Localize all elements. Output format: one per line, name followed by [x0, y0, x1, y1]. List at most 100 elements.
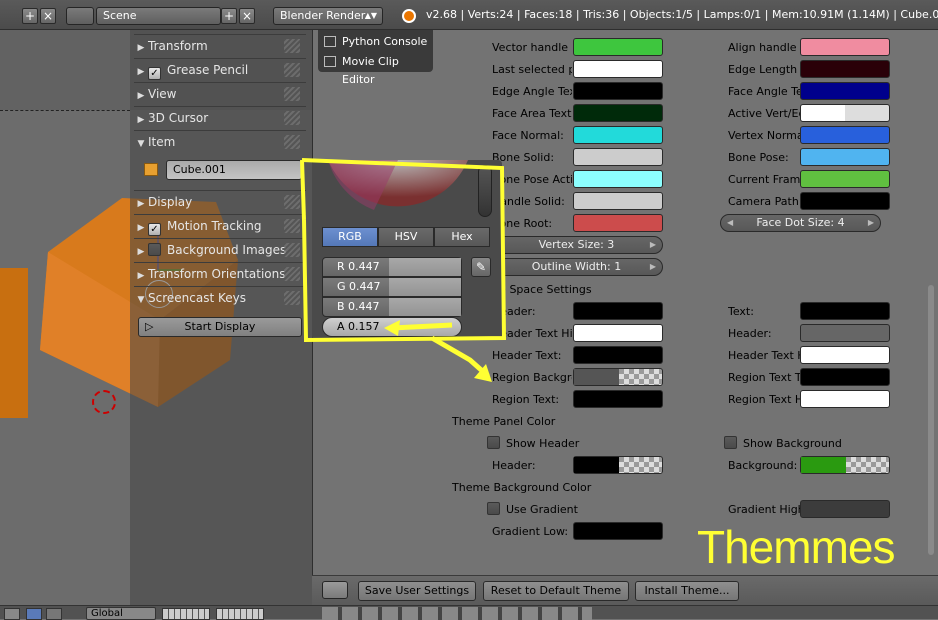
install-theme-button[interactable]: Install Theme... — [635, 581, 739, 601]
show-header-checkbox[interactable]: Show Header — [487, 436, 579, 450]
drag-handle[interactable] — [284, 39, 300, 53]
color-swatch[interactable] — [800, 104, 890, 122]
color-swatch[interactable] — [800, 126, 890, 144]
eyedropper-icon[interactable]: ✎ — [471, 257, 491, 277]
object-name-field[interactable]: Cube.001 — [166, 160, 302, 180]
increment-icon[interactable]: ▶ — [650, 259, 656, 275]
background-images-checkbox[interactable] — [148, 243, 161, 256]
drag-handle[interactable] — [284, 291, 300, 305]
save-user-settings-button[interactable]: Save User Settings — [358, 581, 476, 601]
color-swatch[interactable] — [573, 104, 663, 122]
red-channel-slider[interactable]: R 0.447 — [322, 257, 462, 277]
scene-type-icon[interactable] — [66, 7, 94, 25]
color-swatch[interactable] — [573, 126, 663, 144]
color-swatch[interactable] — [573, 170, 663, 188]
scene-field[interactable]: Scene — [96, 7, 221, 25]
view-icon[interactable] — [4, 608, 20, 620]
panel-background-images[interactable]: ▶ Background Images — [134, 238, 306, 260]
panel-screencast-keys[interactable]: ▼ Screencast Keys — [134, 286, 306, 308]
layers-grid[interactable] — [216, 608, 264, 620]
drag-handle[interactable] — [284, 111, 300, 125]
start-display-button[interactable]: ▷ Start Display — [138, 317, 302, 337]
color-swatch[interactable] — [573, 148, 663, 166]
color-swatch[interactable] — [573, 390, 663, 408]
drag-handle[interactable] — [284, 243, 300, 257]
checkbox-box[interactable] — [487, 436, 500, 449]
color-swatch[interactable] — [800, 456, 890, 474]
color-swatch[interactable] — [800, 324, 890, 342]
editor-type-icon[interactable] — [322, 581, 348, 599]
color-swatch[interactable] — [800, 302, 890, 320]
drag-handle[interactable] — [284, 195, 300, 209]
close-icon[interactable]: × — [40, 8, 56, 24]
value-slider[interactable] — [478, 165, 492, 217]
color-swatch[interactable] — [573, 192, 663, 210]
color-swatch[interactable] — [573, 82, 663, 100]
checkbox-box[interactable] — [724, 436, 737, 449]
show-background-checkbox[interactable]: Show Background — [724, 436, 842, 450]
drag-handle[interactable] — [284, 87, 300, 101]
panel-3d-cursor[interactable]: ▶ 3D Cursor — [134, 106, 306, 128]
color-swatch[interactable] — [800, 390, 890, 408]
color-wheel[interactable] — [314, 160, 490, 220]
color-swatch[interactable] — [800, 368, 890, 386]
face-dot-size-field[interactable]: ◀ Face Dot Size: 4 ▶ — [720, 214, 881, 232]
drag-handle[interactable] — [284, 267, 300, 281]
checkbox-box[interactable] — [487, 502, 500, 515]
prefs-tabs-strip[interactable] — [322, 607, 592, 620]
color-swatch[interactable] — [800, 148, 890, 166]
color-swatch[interactable] — [573, 60, 663, 78]
color-swatch[interactable] — [573, 346, 663, 364]
color-swatch[interactable] — [573, 302, 663, 320]
color-swatch[interactable] — [573, 324, 663, 342]
scrollbar[interactable] — [928, 285, 934, 555]
3d-cursor-icon[interactable] — [92, 390, 116, 414]
color-swatch[interactable] — [800, 346, 890, 364]
decrement-icon[interactable]: ◀ — [727, 215, 733, 231]
panel-grease-pencil[interactable]: ▶ ✓ Grease Pencil — [134, 58, 306, 80]
use-gradient-checkbox[interactable]: Use Gradient — [487, 502, 578, 516]
color-swatch[interactable] — [800, 82, 890, 100]
motion-tracking-checkbox[interactable]: ✓ — [148, 223, 161, 236]
color-swatch[interactable] — [800, 60, 890, 78]
color-swatch[interactable] — [573, 214, 663, 232]
menu-item-movie-clip-editor[interactable]: Movie Clip Editor — [322, 53, 430, 86]
delete-scene-icon[interactable]: × — [239, 8, 255, 24]
color-swatch[interactable] — [573, 456, 663, 474]
drag-handle[interactable] — [284, 219, 300, 233]
layers-grid[interactable] — [162, 608, 210, 620]
menu-item-python-console[interactable]: Python Console — [322, 33, 430, 51]
alpha-channel-slider[interactable]: A 0.157 — [322, 317, 462, 337]
vertex-size-field[interactable]: ◀Vertex Size: 3▶ — [490, 236, 663, 254]
tab-hex[interactable]: Hex — [434, 227, 490, 247]
panel-view[interactable]: ▶ View — [134, 82, 306, 104]
color-swatch[interactable] — [800, 170, 890, 188]
color-swatch[interactable] — [800, 192, 890, 210]
render-engine-dropdown[interactable]: Blender Render ▲▼ — [273, 7, 383, 25]
increment-icon[interactable]: ▶ — [868, 215, 874, 231]
color-swatch[interactable] — [573, 368, 663, 386]
tab-rgb[interactable]: RGB — [322, 227, 378, 247]
color-swatch[interactable] — [573, 38, 663, 56]
color-swatch[interactable] — [573, 522, 663, 540]
rotate-icon[interactable] — [46, 608, 62, 620]
tab-hsv[interactable]: HSV — [378, 227, 434, 247]
panel-display[interactable]: ▶ Display — [134, 190, 306, 212]
panel-transform[interactable]: ▶ Transform — [134, 34, 306, 56]
panel-item[interactable]: ▼ Item — [134, 130, 306, 152]
add-icon[interactable]: + — [22, 8, 38, 24]
drag-handle[interactable] — [284, 63, 300, 77]
color-swatch[interactable] — [800, 38, 890, 56]
grease-pencil-checkbox[interactable]: ✓ — [148, 67, 161, 80]
panel-transform-orientations[interactable]: ▶ Transform Orientations — [134, 262, 306, 284]
increment-icon[interactable]: ▶ — [650, 237, 656, 253]
add-scene-icon[interactable]: + — [221, 8, 237, 24]
panel-motion-tracking[interactable]: ▶ ✓ Motion Tracking — [134, 214, 306, 236]
color-swatch[interactable] — [800, 500, 890, 518]
move-icon[interactable] — [26, 608, 42, 620]
green-channel-slider[interactable]: G 0.447 — [322, 277, 462, 297]
outline-width-field[interactable]: ◀Outline Width: 1▶ — [490, 258, 663, 276]
blue-channel-slider[interactable]: B 0.447 — [322, 297, 462, 317]
drag-handle[interactable] — [284, 135, 300, 149]
reset-theme-button[interactable]: Reset to Default Theme — [483, 581, 629, 601]
